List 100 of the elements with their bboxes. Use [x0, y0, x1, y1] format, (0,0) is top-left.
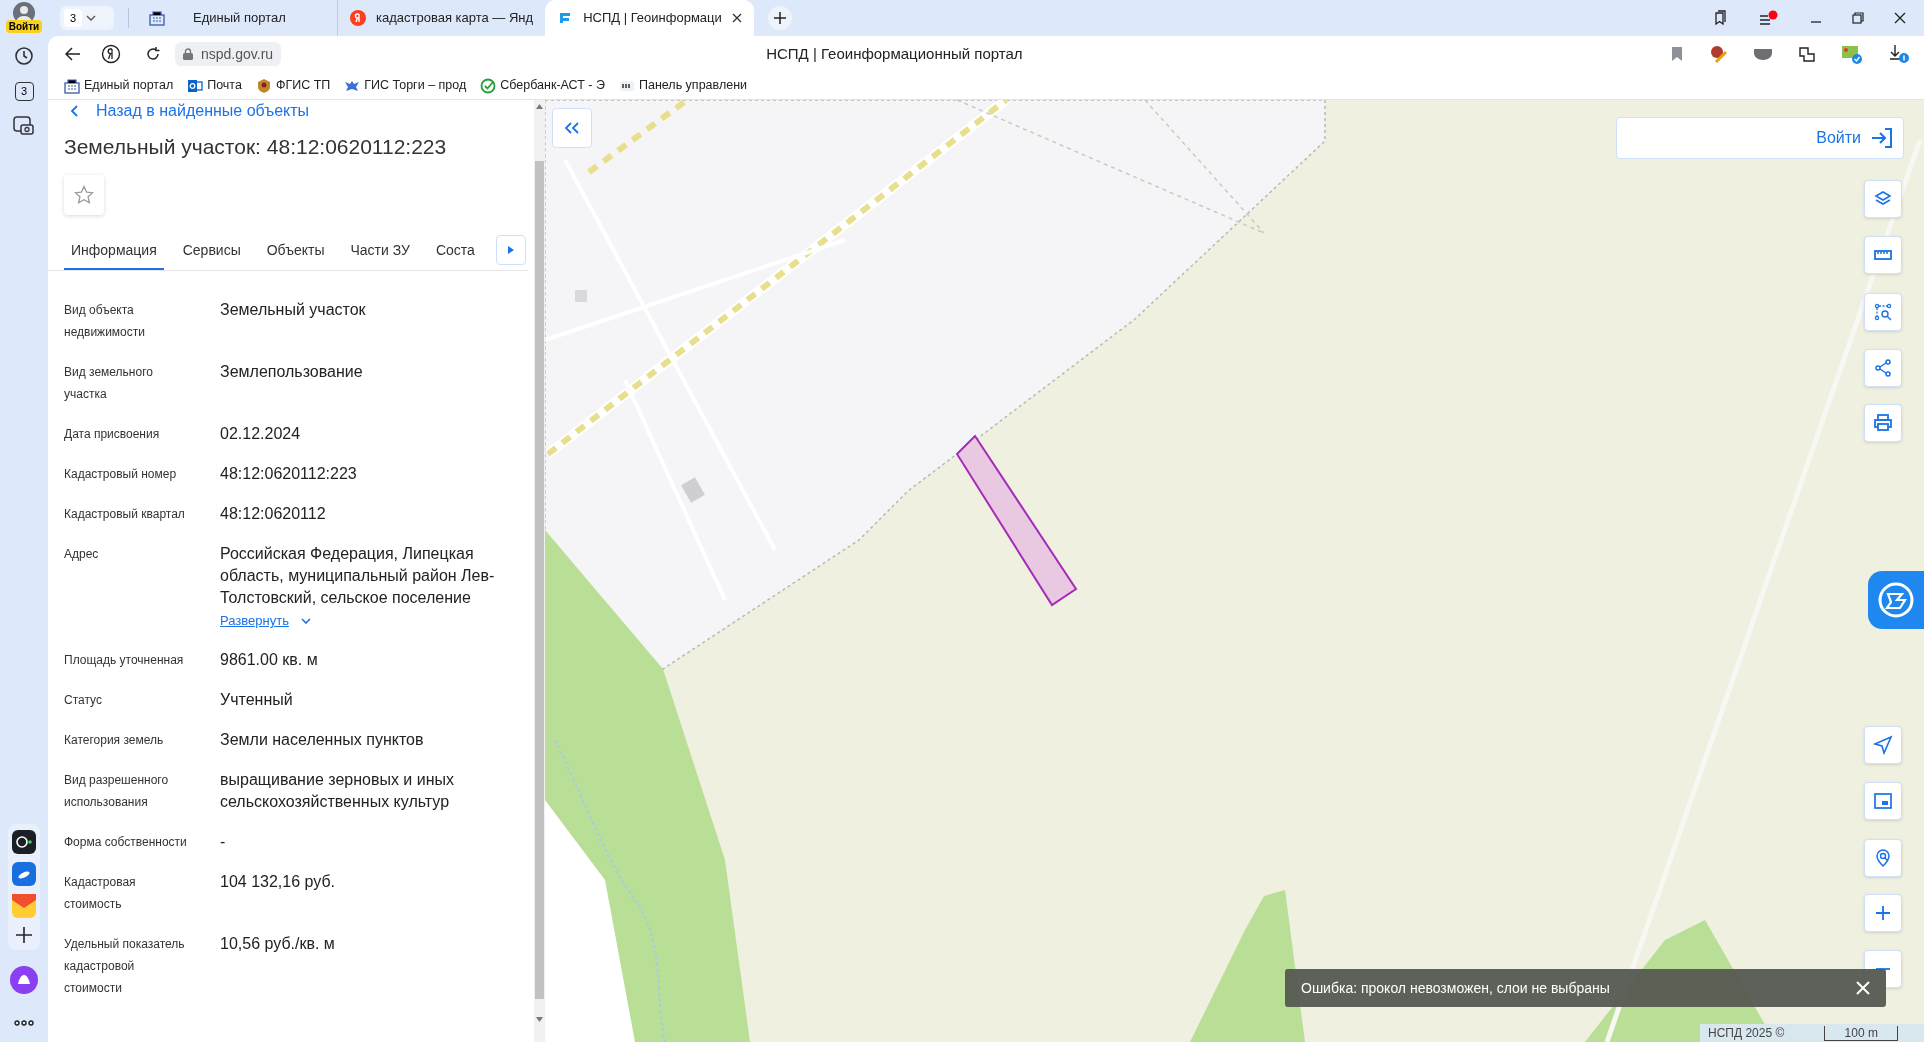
back-link[interactable]: Назад в найденные объекты	[96, 101, 310, 121]
disk-app-icon[interactable]	[12, 862, 36, 886]
scrollbar-thumb[interactable]	[535, 161, 544, 999]
field-value: 104 132,16 руб.	[220, 871, 337, 892]
page-title: НСПД | Геоинформационный портал	[766, 43, 1023, 64]
field-label: Форма собственности	[64, 833, 188, 851]
zoom-in-icon	[1873, 903, 1893, 923]
bookmark[interactable]: ГИС Торги – прод	[344, 76, 467, 95]
field-label: Кадастровый квартал	[64, 506, 186, 523]
scale-bar: 100 m	[1824, 1025, 1899, 1041]
login-icon	[1871, 128, 1893, 148]
panel-tab[interactable]: Информация	[64, 233, 164, 270]
building-icon	[149, 10, 165, 26]
map-tool-button[interactable]	[1864, 180, 1902, 218]
field-label: Адрес	[64, 546, 100, 563]
assistant-icon[interactable]	[10, 966, 38, 994]
camera-app-icon[interactable]	[12, 830, 36, 854]
add-icon[interactable]	[15, 926, 33, 944]
menu-icon[interactable]	[1758, 10, 1780, 26]
field-value: Российская Федерация, Липецкая область, муниципальный район Лев-Толстовский, сельское поселение	[220, 544, 496, 608]
bookmark[interactable]: Единый портал	[64, 76, 174, 95]
collapse-panel-button[interactable]	[552, 108, 592, 148]
field-label: Кадастровый номер	[64, 466, 178, 483]
downloads-icon[interactable]	[1888, 44, 1910, 64]
field-value: выращивание зерновых и иных сельскохозяйственных культур	[220, 769, 456, 812]
mail-icon	[187, 77, 204, 94]
new-tab-icon[interactable]	[767, 6, 792, 30]
bookmark[interactable]: Сбербанк-АСТ - Э	[480, 76, 605, 95]
expand-link[interactable]: Развернуть	[220, 611, 289, 631]
address-field[interactable]: nspd.gov.ru	[175, 42, 282, 66]
feedback-button[interactable]	[1868, 571, 1924, 629]
panel-tab[interactable]: Сервисы	[175, 233, 248, 270]
tab-counter[interactable]: 3	[14, 82, 34, 101]
print-icon	[1873, 413, 1893, 433]
screenshot-icon[interactable]	[13, 116, 35, 136]
login-button[interactable]: Войти	[1616, 117, 1904, 159]
error-toast-message: Ошибка: прокол невозможен, слои не выбраны	[1301, 978, 1611, 998]
field-value: -	[220, 831, 227, 852]
field-label: Кадастровая стоимость	[64, 873, 137, 913]
bookmark[interactable]: Почта	[187, 76, 242, 95]
field-value: 9861.00 кв. м	[220, 649, 319, 670]
close-icon[interactable]	[731, 13, 742, 23]
double-chevron-left-icon	[565, 122, 579, 134]
bookmarks-icon[interactable]	[1712, 10, 1728, 26]
history-icon[interactable]	[14, 46, 34, 66]
map-tool-button[interactable]	[1864, 894, 1902, 932]
map-tool-button[interactable]	[1864, 726, 1902, 764]
more-icon[interactable]	[14, 1020, 34, 1026]
map-attribution: НСПД 2025 ©	[1708, 1025, 1785, 1042]
field-value: Земли населенных пунктов	[220, 729, 425, 750]
map-tool-button[interactable]	[1864, 349, 1902, 387]
profile-badge[interactable]: Войти	[5, 20, 43, 33]
building-icon	[64, 77, 80, 94]
field-value: 48:12:0620112:223	[220, 464, 358, 484]
reload-icon[interactable]	[145, 46, 161, 62]
star-icon	[74, 185, 94, 205]
field-label: Вид объекта недвижимости	[64, 302, 146, 341]
tabs-scroll-button[interactable]	[496, 235, 526, 265]
location-search-icon	[1873, 848, 1893, 868]
map-tool-button[interactable]	[1864, 293, 1902, 331]
extensions-icon[interactable]	[1798, 45, 1816, 63]
field-label: Удельный показатель кадастровой стоимости	[64, 935, 186, 997]
close-icon[interactable]	[1894, 12, 1906, 24]
chevron-down-icon[interactable]	[300, 617, 311, 624]
back-icon[interactable]	[65, 47, 81, 61]
field-label: Вид земельного участка	[64, 364, 154, 403]
bookmark-icon[interactable]	[1671, 46, 1683, 62]
map-tool-button[interactable]	[1864, 236, 1902, 274]
field-label: Вид разрешенного использования	[64, 771, 170, 811]
area-search-icon	[1873, 302, 1893, 322]
field-label: Статус	[64, 691, 103, 709]
map-tool-button[interactable]	[1864, 404, 1902, 442]
bookmark[interactable]: ФГИС ТП	[255, 76, 331, 95]
browser-tab[interactable]: Единый портал	[137, 0, 337, 36]
emblem-icon	[255, 77, 272, 94]
browser-tab[interactable]: НСПД | Геоинформаци	[545, 0, 754, 36]
scroll-up-icon[interactable]	[536, 104, 543, 109]
field-value: Землепользование	[220, 362, 364, 382]
restore-icon[interactable]	[1852, 12, 1864, 24]
field-label: Площадь уточненная	[64, 651, 185, 669]
field-value: Учтенный	[220, 689, 294, 710]
object-title: Земельный участок: 48:12:0620112:223	[64, 134, 448, 160]
bookmark[interactable]: Панель управлени	[618, 76, 748, 95]
favorite-button[interactable]	[64, 175, 104, 215]
panel-tab[interactable]: Части ЗУ	[343, 233, 417, 270]
mail-app-icon[interactable]	[12, 894, 36, 918]
field-value: 10,56 руб./кв. м	[220, 933, 336, 954]
tab-group-switcher[interactable]: 3	[60, 6, 114, 30]
image-extension-icon[interactable]	[1841, 44, 1863, 64]
map-tool-button[interactable]	[1864, 782, 1902, 820]
field-value: 48:12:0620112	[220, 504, 327, 524]
field-value: 02.12.2024	[220, 424, 302, 444]
panel-tab[interactable]: Соста	[428, 233, 482, 270]
yandex-icon[interactable]	[101, 44, 121, 64]
field-label: Категория земель	[64, 731, 165, 749]
map-tool-button[interactable]	[1864, 839, 1902, 877]
panel-tab[interactable]: Объекты	[259, 233, 332, 270]
minimap-icon	[1873, 791, 1893, 811]
scroll-down-icon[interactable]	[536, 1017, 543, 1022]
navigation-arrow-icon	[1873, 735, 1893, 755]
